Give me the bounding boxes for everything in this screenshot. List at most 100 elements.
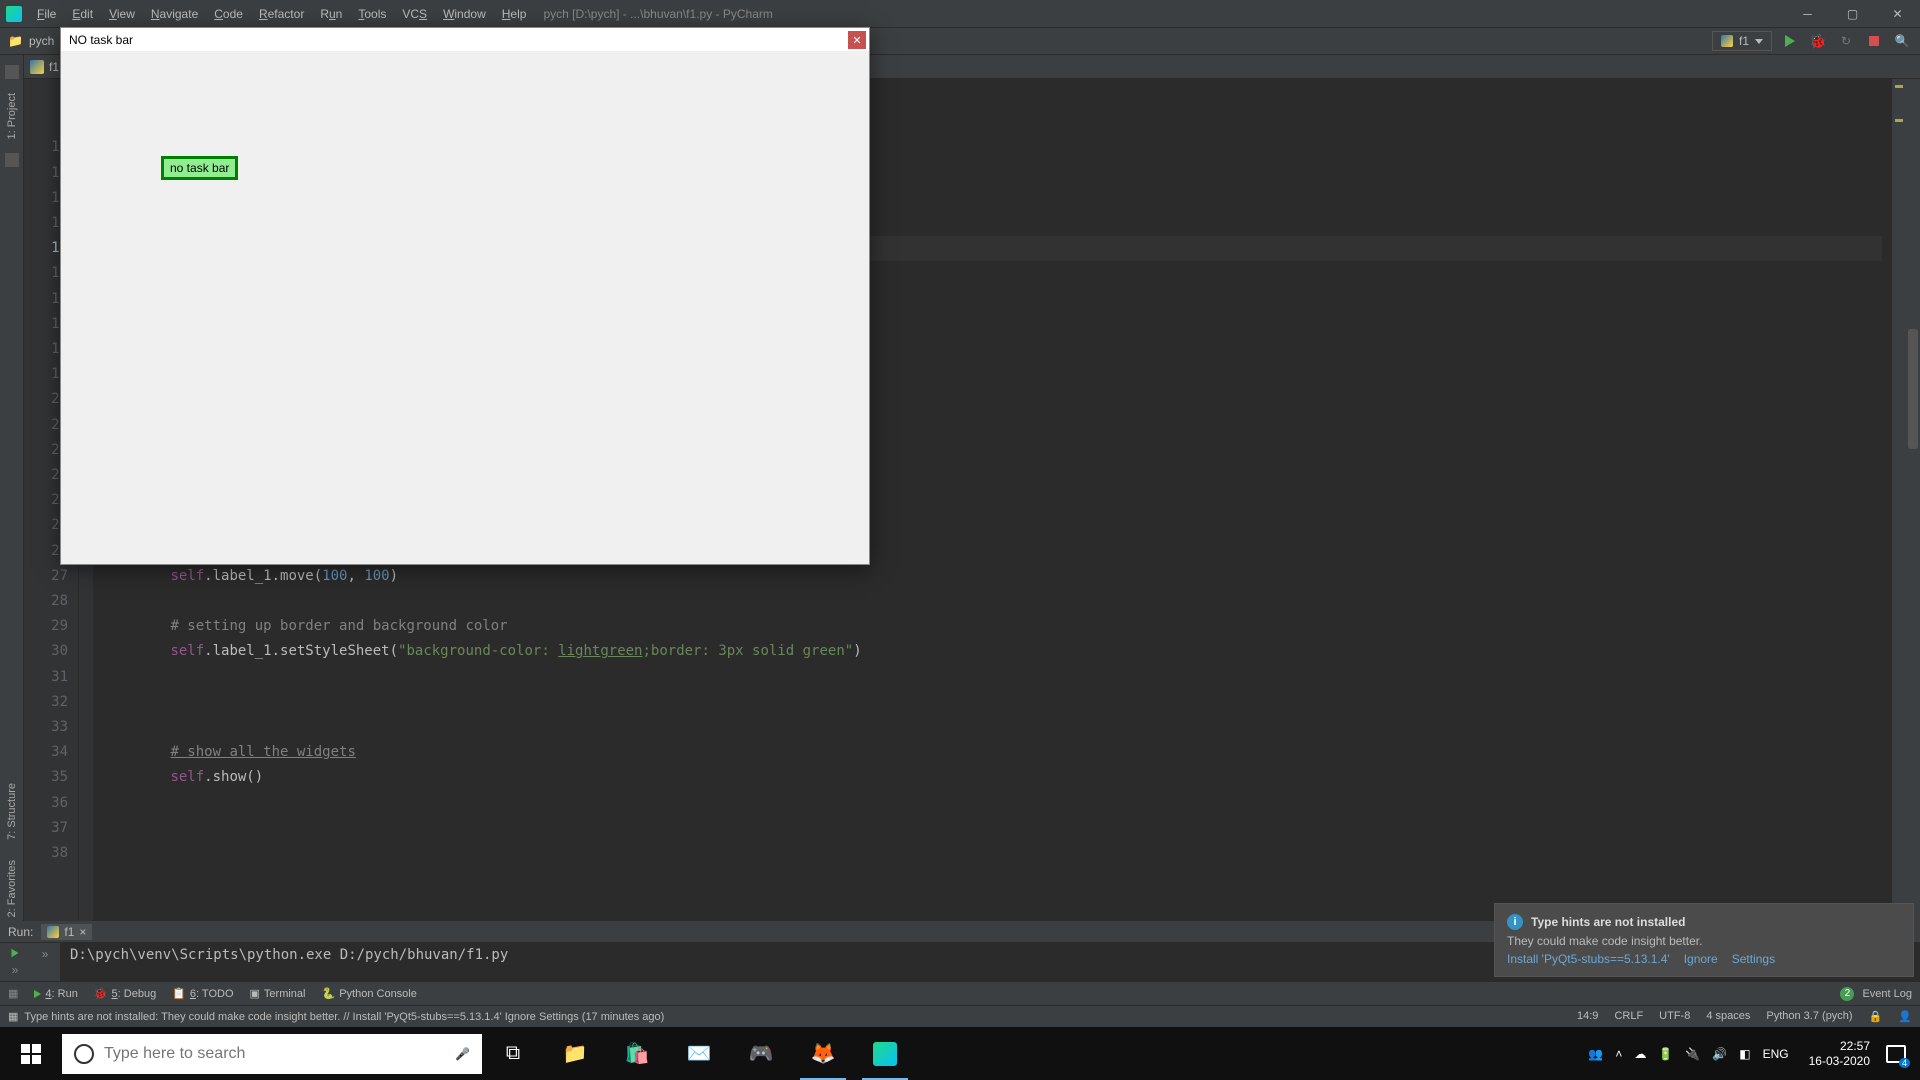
popup-label: no task bar xyxy=(161,156,238,180)
notification-count: 4 xyxy=(1899,1058,1910,1068)
stop-button[interactable] xyxy=(1864,31,1884,51)
bottom-tool-tabs: ▦ 4: Run 🐞 5: Debug 📋 6: TODO ▣ Terminal… xyxy=(0,981,1920,1005)
python-icon xyxy=(47,926,59,938)
qt-popup-window: NO task bar ✕ no task bar xyxy=(60,27,870,565)
play-icon xyxy=(1785,35,1795,47)
ide-statusbar: ▦ Type hints are not installed: They cou… xyxy=(0,1005,1920,1027)
tray-date: 16-03-2020 xyxy=(1809,1054,1870,1069)
tray-people-icon[interactable]: 👥 xyxy=(1588,1047,1603,1061)
main-menubar: File Edit View Navigate Code Refactor Ru… xyxy=(30,7,533,21)
structure-icon[interactable] xyxy=(5,153,19,167)
windows-taskbar: 🎤 ⧉ 📁 🛍️ ✉️ 🎮 🦊 👥 ˄ ☁ 🔋 🔌 🔊 ◧ ENG 22:57 … xyxy=(0,1027,1920,1080)
tab-run[interactable]: 4: Run xyxy=(34,988,77,1000)
tab-todo[interactable]: 📋 6: TODO xyxy=(172,987,233,1000)
editor-marks-gutter xyxy=(1892,79,1906,949)
window-close-button[interactable]: ✕ xyxy=(1875,0,1920,27)
pycharm-app-icon xyxy=(6,6,22,22)
notification-body: They could make code insight better. xyxy=(1507,934,1901,948)
window-title: pych [D:\pych] - ...\bhuvan\f1.py - PyCh… xyxy=(543,7,772,21)
window-minimize-button[interactable]: ─ xyxy=(1785,0,1830,27)
left-tab-favorites[interactable]: 2: Favorites xyxy=(6,850,18,927)
tray-onedrive-icon[interactable]: ☁ xyxy=(1634,1047,1646,1061)
notification-action-install[interactable]: Install 'PyQt5-stubs==5.13.1.4' xyxy=(1507,952,1670,966)
menu-refactor[interactable]: Refactor xyxy=(252,7,311,21)
menu-run[interactable]: Run xyxy=(313,7,349,21)
popup-title: NO task bar xyxy=(61,28,869,51)
status-message: Type hints are not installed: They could… xyxy=(24,1011,664,1023)
tool-window-button[interactable]: ▦ xyxy=(8,987,18,1000)
rerun-button[interactable] xyxy=(12,949,19,957)
start-button[interactable] xyxy=(0,1027,62,1080)
project-icon[interactable] xyxy=(5,65,19,79)
left-tool-strip: 1: Project 7: Structure 2: Favorites ★ xyxy=(0,55,24,949)
tray-volume-icon[interactable]: 🔊 xyxy=(1712,1047,1727,1061)
task-view-button[interactable]: ⧉ xyxy=(482,1027,544,1080)
menu-vcs[interactable]: VCS xyxy=(395,7,434,21)
chevron-down-icon xyxy=(1755,39,1763,44)
taskbar-mail[interactable]: ✉️ xyxy=(668,1027,730,1080)
menu-help[interactable]: Help xyxy=(495,7,534,21)
popup-close-button[interactable]: ✕ xyxy=(848,31,866,49)
tab-python-console[interactable]: 🐍 Python Console xyxy=(322,987,417,1000)
taskbar-search-input[interactable] xyxy=(104,1045,445,1063)
tab-debug[interactable]: 🐞 5: Debug xyxy=(94,987,156,1000)
search-everywhere-button[interactable]: 🔍 xyxy=(1892,31,1912,51)
left-tab-project[interactable]: 1: Project xyxy=(6,83,18,149)
menu-navigate[interactable]: Navigate xyxy=(144,7,205,21)
notification-action-settings[interactable]: Settings xyxy=(1732,952,1775,966)
run-panel-title: Run: xyxy=(8,925,33,939)
status-encoding[interactable]: UTF-8 xyxy=(1659,1010,1690,1023)
notification-popup: i Type hints are not installed They coul… xyxy=(1494,903,1914,977)
action-center-button[interactable]: 4 xyxy=(1882,1040,1910,1068)
tray-battery-icon[interactable]: 🔋 xyxy=(1658,1047,1673,1061)
status-cursor-pos[interactable]: 14:9 xyxy=(1577,1010,1598,1023)
menu-file[interactable]: File xyxy=(30,7,63,21)
run-tab-name[interactable]: f1 xyxy=(64,925,74,939)
taskbar-pycharm[interactable] xyxy=(854,1027,916,1080)
tray-clock[interactable]: 22:57 16-03-2020 xyxy=(1809,1039,1870,1069)
run-expand-button[interactable]: » xyxy=(12,963,19,977)
window-maximize-button[interactable]: ▢ xyxy=(1830,0,1875,27)
cortana-icon xyxy=(74,1044,94,1064)
taskbar-firefox[interactable]: 🦊 xyxy=(792,1027,854,1080)
left-tab-structure[interactable]: 7: Structure xyxy=(6,773,18,850)
status-line-sep[interactable]: CRLF xyxy=(1614,1010,1643,1023)
tray-app-icon[interactable]: ◧ xyxy=(1739,1047,1750,1061)
menu-tools[interactable]: Tools xyxy=(351,7,393,21)
menu-edit[interactable]: Edit xyxy=(65,7,100,21)
mic-icon[interactable]: 🎤 xyxy=(455,1047,470,1061)
tab-terminal[interactable]: ▣ Terminal xyxy=(250,987,306,1000)
status-sdk[interactable]: Python 3.7 (pych) xyxy=(1766,1010,1852,1023)
info-icon: i xyxy=(1507,914,1523,930)
tab-event-log[interactable]: Event Log xyxy=(1862,988,1912,1000)
close-run-tab[interactable]: × xyxy=(79,925,86,939)
play-icon xyxy=(34,990,41,998)
taskbar-search[interactable]: 🎤 xyxy=(62,1034,482,1074)
run-config-name: f1 xyxy=(1739,34,1749,48)
tray-expand-icon[interactable]: ˄ xyxy=(1615,1047,1622,1061)
status-inspector-icon[interactable]: 👤 xyxy=(1898,1010,1912,1023)
tray-time: 22:57 xyxy=(1809,1039,1870,1054)
taskbar-explorer[interactable]: 📁 xyxy=(544,1027,606,1080)
windows-logo-icon xyxy=(21,1044,41,1064)
tray-language[interactable]: ENG xyxy=(1763,1047,1789,1061)
status-lock-icon[interactable]: 🔒 xyxy=(1869,1010,1883,1023)
system-tray: 👥 ˄ ☁ 🔋 🔌 🔊 ◧ ENG 22:57 16-03-2020 4 xyxy=(1588,1039,1920,1069)
taskbar-predator[interactable]: 🎮 xyxy=(730,1027,792,1080)
menu-code[interactable]: Code xyxy=(207,7,250,21)
run-button[interactable] xyxy=(1780,31,1800,51)
notification-action-ignore[interactable]: Ignore xyxy=(1684,952,1718,966)
taskbar-store[interactable]: 🛍️ xyxy=(606,1027,668,1080)
editor-vertical-scrollbar[interactable] xyxy=(1906,79,1920,949)
debug-button[interactable]: 🐞 xyxy=(1808,31,1828,51)
coverage-button[interactable]: ↻ xyxy=(1836,31,1856,51)
status-indent[interactable]: 4 spaces xyxy=(1706,1010,1750,1023)
python-icon xyxy=(1721,35,1733,47)
notification-title: Type hints are not installed xyxy=(1531,915,1685,929)
tray-network-icon[interactable]: 🔌 xyxy=(1685,1047,1700,1061)
menu-view[interactable]: View xyxy=(102,7,142,21)
run-config-dropdown[interactable]: f1 xyxy=(1712,31,1772,51)
menu-window[interactable]: Window xyxy=(436,7,493,21)
run-toggle-button[interactable]: » xyxy=(42,947,49,961)
breadcrumb-root[interactable]: pych xyxy=(29,34,54,48)
